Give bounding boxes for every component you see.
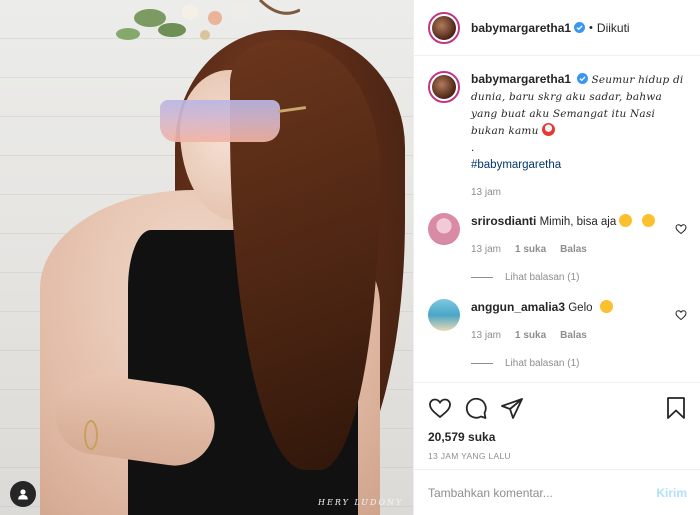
post-actions: 20,579 suka 13 JAM YANG LALU <box>414 382 700 461</box>
action-icons <box>428 395 687 421</box>
reply-button[interactable]: Balas <box>560 241 587 258</box>
commenter-avatar[interactable] <box>428 213 460 245</box>
comment-time[interactable]: 13 jam <box>471 327 501 344</box>
comment-item: anggun_amalia3 Gelo 13 jam 1 suka Balas <box>414 283 700 344</box>
caption-username[interactable]: babymargaretha1 <box>471 72 571 86</box>
following-button[interactable]: Diikuti <box>597 21 630 35</box>
heart-icon[interactable] <box>428 396 452 420</box>
like-count[interactable]: 20,579 suka <box>428 430 687 444</box>
replies-divider-line <box>471 277 493 278</box>
author-avatar[interactable] <box>428 11 460 44</box>
caption-hashtag[interactable]: #babymargaretha <box>471 157 687 174</box>
post-timestamp[interactable]: 13 JAM YANG LALU <box>428 451 687 461</box>
post-header: babymargaretha1 • Diikuti <box>414 0 700 56</box>
comment-item: srirosdianti Mimih, bisa aja 13 jam 1 su… <box>414 201 700 258</box>
bracelet <box>84 420 98 450</box>
add-comment-bar: Kirim <box>414 469 700 515</box>
comment-likes[interactable]: 1 suka <box>515 241 546 258</box>
face-emoji-icon <box>541 123 555 136</box>
caption-dot: . <box>471 142 475 154</box>
comments-list[interactable]: babymargaretha1 Seumur hidup di dunia, b… <box>414 57 700 379</box>
comment-text: Mimih, bisa aja <box>539 216 617 228</box>
caption-body: babymargaretha1 Seumur hidup di dunia, b… <box>471 71 687 201</box>
post-side-panel: babymargaretha1 • Diikuti babymargaretha… <box>413 0 700 515</box>
view-replies-button[interactable]: Lihat balasan (1) <box>414 344 700 369</box>
photo-watermark: HERY LUDONY <box>318 498 404 507</box>
author-username[interactable]: babymargaretha1 <box>471 21 571 35</box>
caption-avatar[interactable] <box>428 71 460 103</box>
commenter-avatar[interactable] <box>428 299 460 331</box>
laughing-emoji-icon <box>599 300 613 313</box>
comment-meta: 13 jam 1 suka Balas <box>471 241 671 258</box>
comment-icon[interactable] <box>464 396 488 420</box>
reply-button[interactable]: Balas <box>560 327 587 344</box>
tagged-users-button[interactable] <box>10 481 36 507</box>
send-icon[interactable] <box>500 396 524 420</box>
user-icon <box>18 489 28 500</box>
view-replies-button[interactable]: Lihat balasan (1) <box>414 258 700 283</box>
verified-badge-icon <box>574 22 586 33</box>
post-comment-button[interactable]: Kirim <box>656 486 687 500</box>
comment-body: srirosdianti Mimih, bisa aja 13 jam 1 su… <box>471 213 671 258</box>
comment-like-heart-icon[interactable] <box>675 223 687 235</box>
wink-emoji-icon <box>641 214 655 227</box>
verified-badge-icon <box>577 73 589 84</box>
header-separator: • <box>589 21 593 34</box>
view-replies-label: Lihat balasan (1) <box>505 272 580 283</box>
replies-divider-line <box>471 363 493 364</box>
comment-meta: 13 jam 1 suka Balas <box>471 327 671 344</box>
sunglasses <box>160 100 280 142</box>
comment-text: Gelo <box>568 302 593 314</box>
post-photo[interactable]: HERY LUDONY <box>0 0 413 515</box>
comment-like-heart-icon[interactable] <box>675 309 687 321</box>
bookmark-icon[interactable] <box>665 396 687 420</box>
comment-time[interactable]: 13 jam <box>471 241 501 258</box>
caption: babymargaretha1 Seumur hidup di dunia, b… <box>414 57 700 201</box>
commenter-username[interactable]: srirosdianti <box>471 214 536 228</box>
comment-input[interactable] <box>428 485 657 500</box>
view-replies-label: Lihat balasan (1) <box>505 358 580 369</box>
commenter-username[interactable]: anggun_amalia3 <box>471 300 565 314</box>
comment-likes[interactable]: 1 suka <box>515 327 546 344</box>
caption-time[interactable]: 13 jam <box>471 184 687 201</box>
comment-body: anggun_amalia3 Gelo 13 jam 1 suka Balas <box>471 299 671 344</box>
grin-emoji-icon <box>619 214 633 227</box>
